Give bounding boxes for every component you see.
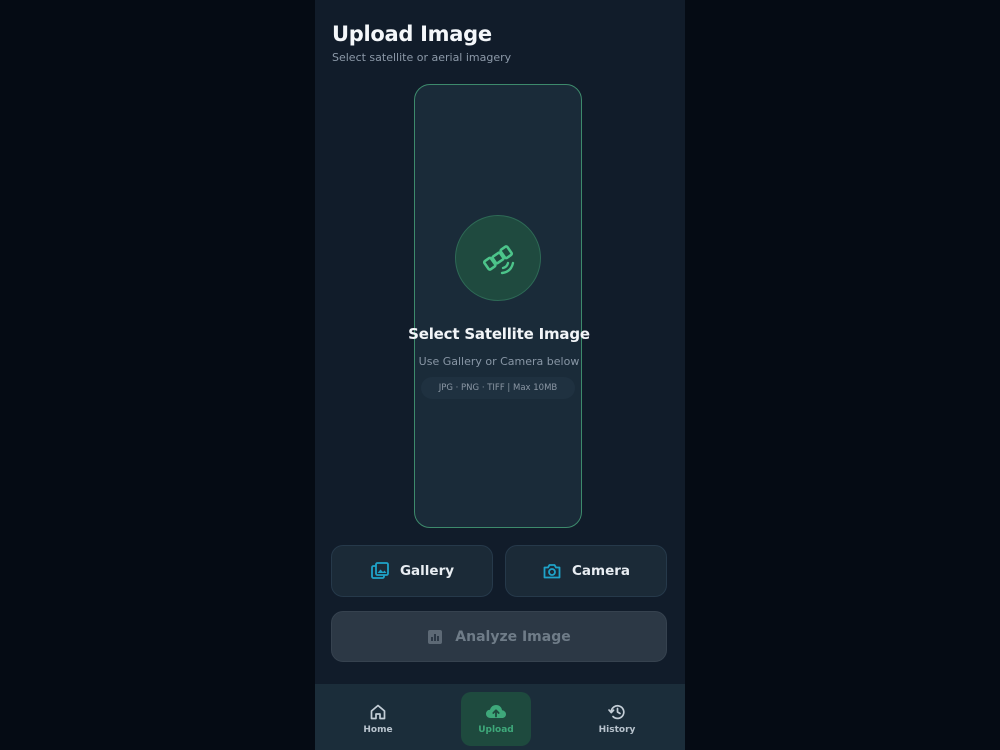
page-title: Upload Image bbox=[332, 22, 492, 46]
camera-button-label: Camera bbox=[571, 563, 630, 579]
image-dropzone[interactable]: Select Satellite Image Use Gallery or Ca… bbox=[408, 84, 590, 528]
gallery-icon bbox=[371, 562, 389, 579]
page-header: Upload Image Select satellite or aerial … bbox=[332, 20, 672, 66]
formats-badge: JPG · PNG · TIFF | Max 10MB bbox=[421, 377, 575, 399]
dropzone-subtitle: Use Gallery or Camera below bbox=[418, 355, 580, 368]
analyze-icon bbox=[428, 629, 443, 644]
dropzone-title: Select Satellite Image bbox=[408, 325, 590, 343]
page-subtitle: Select satellite or aerial imagery bbox=[332, 51, 512, 64]
home-icon bbox=[370, 704, 386, 720]
gallery-button[interactable]: Gallery bbox=[331, 545, 493, 597]
nav-history-label: History bbox=[598, 725, 636, 735]
nav-item-home[interactable]: Home bbox=[343, 692, 413, 746]
nav-item-history[interactable]: History bbox=[582, 692, 652, 746]
history-icon bbox=[608, 704, 625, 720]
satellite-icon-circle bbox=[455, 215, 541, 301]
analyze-image-button[interactable]: Analyze Image bbox=[331, 611, 667, 662]
analyze-button-label: Analyze Image bbox=[455, 628, 571, 645]
nav-item-upload[interactable]: Upload bbox=[461, 692, 531, 746]
satellite-icon bbox=[482, 245, 515, 275]
camera-icon bbox=[543, 564, 561, 579]
bottom-nav: Home Upload History bbox=[315, 684, 685, 750]
gallery-button-label: Gallery bbox=[399, 563, 455, 579]
app-screen: Upload Image Select satellite or aerial … bbox=[315, 0, 685, 750]
camera-button[interactable]: Camera bbox=[505, 545, 667, 597]
cloud-upload-icon bbox=[486, 705, 506, 718]
nav-upload-label: Upload bbox=[478, 725, 514, 735]
nav-home-label: Home bbox=[363, 725, 393, 735]
